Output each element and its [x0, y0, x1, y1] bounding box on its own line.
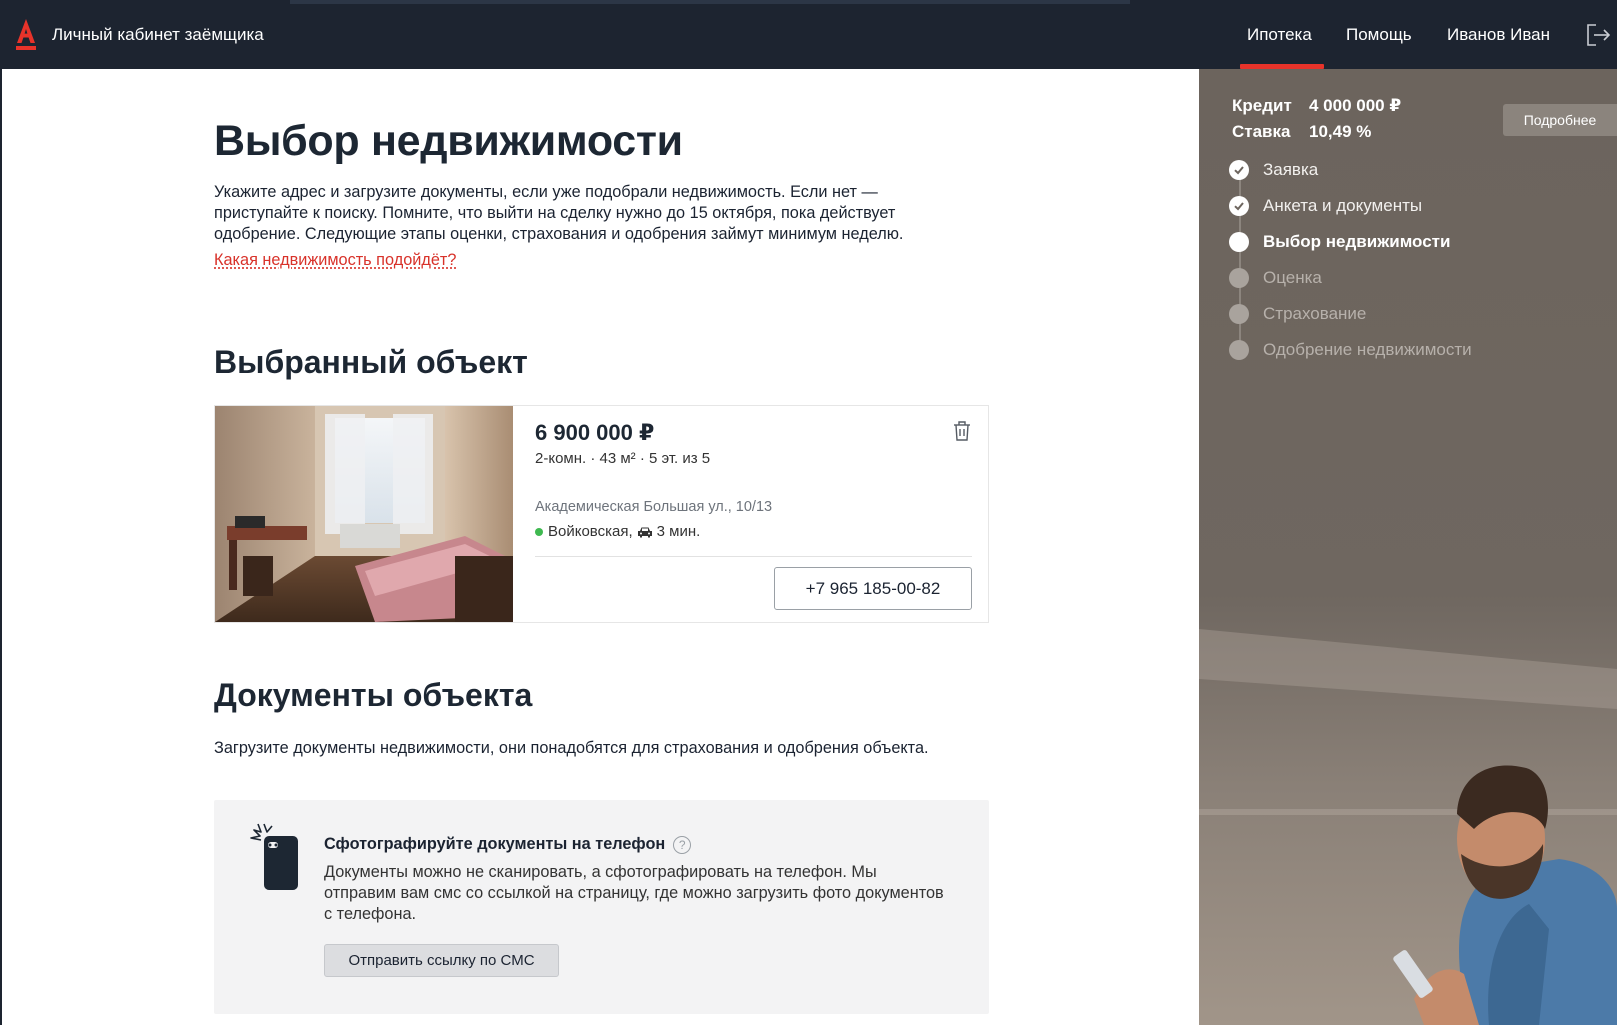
top-strip: [290, 0, 1130, 4]
main-content: Выбор недвижимости Укажите адрес и загру…: [2, 69, 1199, 1025]
details-button[interactable]: Подробнее: [1503, 104, 1617, 136]
credit-value: 4 000 000 ₽: [1309, 96, 1402, 115]
step-valuation: Оценка: [1229, 268, 1322, 288]
property-price: 6 900 000 ₽: [535, 420, 655, 445]
metro-line-icon: [535, 527, 543, 536]
car-icon: [637, 527, 652, 537]
check-icon: [1229, 160, 1249, 180]
step-application[interactable]: Заявка: [1229, 160, 1318, 180]
photo-documents-title: Сфотографируйте документы на телефон ?: [324, 835, 692, 854]
credit-label: Кредит: [1232, 96, 1292, 115]
property-card: 6 900 000 ₽ 2-комн. · 43 м² · 5 эт. из 5…: [214, 405, 989, 623]
property-address: Академическая Большая ул., 10/13: [535, 499, 773, 515]
step-insurance: Страхование: [1229, 304, 1366, 324]
pending-step-icon: [1229, 268, 1249, 288]
rate-label: Ставка: [1232, 122, 1291, 141]
top-bar: Личный кабинет заёмщика Ипотека Помощь И…: [0, 0, 1617, 69]
intro-text: Укажите адрес и загрузите документы, есл…: [214, 183, 904, 243]
sidebar-panel: Кредит 4 000 000 ₽ Ставка 10,49 % Подроб…: [1199, 69, 1617, 1025]
help-icon[interactable]: ?: [673, 835, 692, 854]
metro-info: Войковская, 3 мин.: [535, 523, 700, 540]
pending-step-icon: [1229, 304, 1249, 324]
pending-step-icon: [1229, 340, 1249, 360]
step-label: Выбор недвижимости: [1263, 232, 1451, 251]
nav-item-mortgage[interactable]: Ипотека: [1247, 25, 1312, 45]
photo-documents-box: Сфотографируйте документы на телефон ? Д…: [214, 800, 989, 1014]
send-sms-link-button[interactable]: Отправить ссылку по СМС: [324, 944, 559, 977]
step-label: Страхование: [1263, 304, 1367, 323]
nav-item-help[interactable]: Помощь: [1346, 25, 1412, 45]
phone-camera-icon: [250, 823, 298, 890]
travel-time: 3 мин.: [656, 523, 701, 540]
current-step-icon: [1229, 232, 1249, 252]
page-title: Выбор недвижимости: [214, 117, 683, 165]
step-label: Одобрение недвижимости: [1263, 340, 1472, 359]
documents-text: Загрузите документы недвижимости, они по…: [214, 739, 929, 757]
step-label: Анкета и документы: [1263, 196, 1423, 215]
metro-station: Войковская,: [548, 523, 633, 540]
property-photo[interactable]: [215, 406, 513, 622]
suitable-property-link[interactable]: Какая недвижимость подойдёт?: [214, 251, 456, 270]
step-label: Заявка: [1263, 160, 1319, 179]
property-specs: 2-комн. · 43 м² · 5 эт. из 5: [535, 450, 711, 467]
photo-documents-description: Документы можно не сканировать, а сфотог…: [324, 863, 944, 923]
rate-value: 10,49 %: [1309, 122, 1372, 141]
selected-object-title: Выбранный объект: [214, 344, 528, 380]
step-questionnaire[interactable]: Анкета и документы: [1229, 196, 1422, 216]
alfa-logo-icon[interactable]: [14, 18, 38, 52]
step-label: Оценка: [1263, 268, 1322, 287]
photo-documents-title-text: Сфотографируйте документы на телефон: [324, 835, 666, 853]
logout-icon[interactable]: [1585, 22, 1611, 48]
check-icon: [1229, 196, 1249, 216]
trash-icon[interactable]: [952, 420, 972, 442]
nav-item-user[interactable]: Иванов Иван: [1447, 25, 1550, 45]
step-property-approval: Одобрение недвижимости: [1229, 340, 1472, 360]
brand-title: Личный кабинет заёмщика: [52, 25, 264, 44]
phone-button[interactable]: +7 965 185-00-82: [774, 567, 972, 610]
documents-title: Документы объекта: [214, 677, 533, 713]
step-property-choice[interactable]: Выбор недвижимости: [1229, 232, 1450, 252]
card-divider: [535, 556, 972, 557]
